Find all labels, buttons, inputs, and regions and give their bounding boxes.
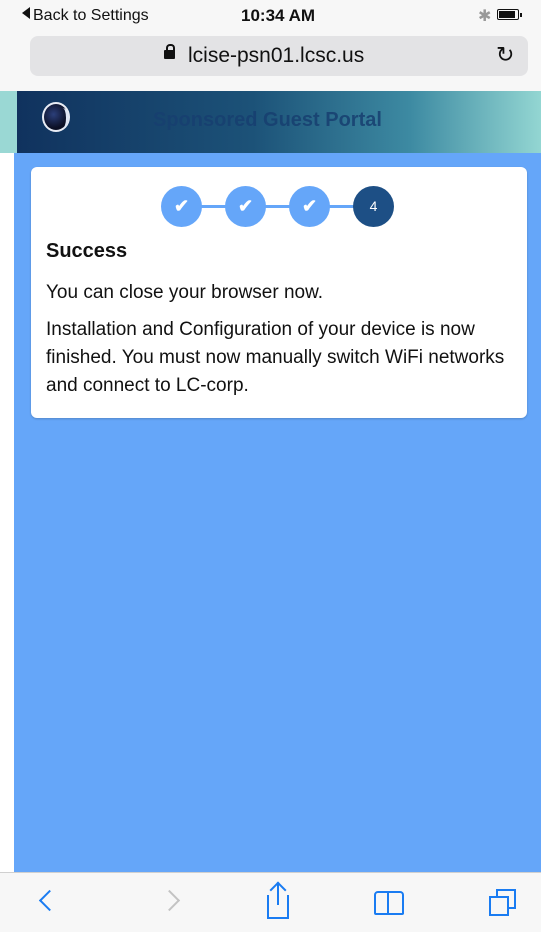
- bookmarks-button[interactable]: [360, 873, 420, 932]
- safari-toolbar: [0, 872, 541, 931]
- close-browser-message: You can close your browser now.: [46, 282, 324, 303]
- success-card: ✔ ✔ ✔ 4 Success You can close your brows…: [31, 167, 527, 418]
- forward-button[interactable]: [144, 873, 204, 932]
- share-button[interactable]: [248, 873, 308, 932]
- battery-level: [499, 11, 516, 18]
- forward-icon: [158, 889, 181, 912]
- back-to-settings-link[interactable]: Back to Settings: [22, 7, 149, 25]
- success-heading: Success: [46, 240, 128, 262]
- portal-title: Sponsored Guest Portal: [153, 109, 382, 131]
- page-left-edge: [0, 91, 17, 872]
- bluetooth-icon: ✱: [478, 8, 492, 25]
- portal-logo-icon: [42, 102, 70, 132]
- progress-steps: ✔ ✔ ✔ 4: [161, 186, 397, 227]
- portal-header: Sponsored Guest Portal: [17, 91, 541, 153]
- installation-message: Installation and Configuration of your d…: [46, 319, 505, 396]
- url-text: lcise-psn01.lcsc.us: [188, 44, 365, 67]
- reload-icon[interactable]: ↻: [496, 42, 514, 68]
- web-page: Sponsored Guest Portal ✔ ✔ ✔ 4 Success Y…: [17, 91, 541, 872]
- bookmarks-icon: [374, 891, 389, 915]
- tabs-button[interactable]: [472, 873, 532, 932]
- address-bar[interactable]: lcise-psn01.lcsc.us ↻: [30, 36, 528, 76]
- progress-connector: [181, 205, 371, 208]
- battery-icon: [497, 9, 522, 20]
- step-1-complete-icon: ✔: [161, 186, 202, 227]
- step-2-complete-icon: ✔: [225, 186, 266, 227]
- back-button[interactable]: [16, 873, 76, 932]
- back-icon: [38, 889, 61, 912]
- step-4-current: 4: [353, 186, 394, 227]
- status-time: 10:34 AM: [241, 6, 316, 25]
- status-bar: Back to Settings 10:34 AM ✱: [0, 0, 541, 32]
- back-triangle-icon: [22, 7, 30, 19]
- back-to-settings-label: Back to Settings: [33, 7, 149, 24]
- lock-icon: [164, 44, 175, 59]
- step-3-complete-icon: ✔: [289, 186, 330, 227]
